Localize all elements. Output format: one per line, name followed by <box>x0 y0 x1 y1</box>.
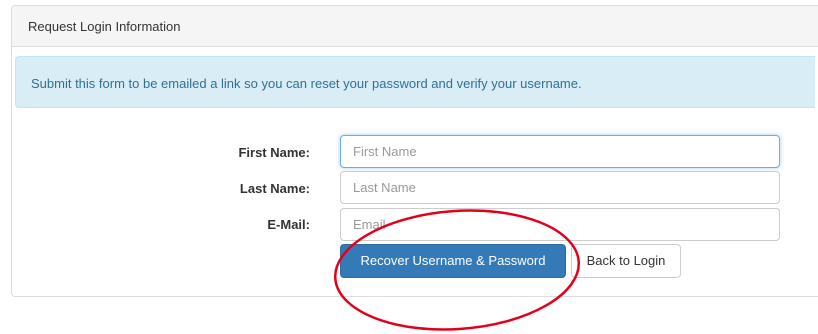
info-alert: Submit this form to be emailed a link so… <box>15 56 815 108</box>
panel-title: Request Login Information <box>12 6 818 47</box>
last-name-label: Last Name: <box>239 181 310 196</box>
email-label: E-Mail: <box>267 217 310 232</box>
last-name-input[interactable] <box>340 171 780 204</box>
first-name-input[interactable] <box>340 135 780 168</box>
recover-username-password-button[interactable]: Recover Username & Password <box>340 244 566 278</box>
back-to-login-button[interactable]: Back to Login <box>571 244 681 278</box>
email-input[interactable] <box>340 208 780 241</box>
first-name-label: First Name: <box>238 145 310 160</box>
